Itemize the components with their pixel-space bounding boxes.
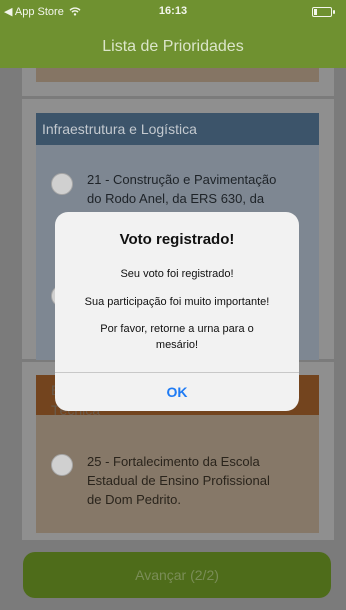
edu-option-line: de Dom Pedrito. [87, 492, 181, 507]
edu-option-line: Estadual de Ensino Profissional [87, 473, 270, 488]
dialog-message-3: Por favor, retorne a urna para o mesário… [63, 321, 291, 353]
battery-icon [312, 7, 335, 17]
edu-option-radio[interactable] [51, 454, 73, 476]
infra-option-line: do Rodo Anel, da ERS 630, da [87, 191, 265, 206]
page-title: Lista de Prioridades [102, 38, 244, 55]
app-header: ◀ App Store 16:13 Lista de Prioridades [0, 0, 346, 68]
advance-button[interactable]: Avançar (2/2) [23, 552, 331, 598]
ok-button[interactable]: OK [55, 373, 299, 411]
dialog-message-1: Seu voto foi registrado! [120, 268, 234, 280]
infra-heading: Infraestrutura e Logística [36, 113, 319, 145]
dialog-message-2: Sua participação foi muito importante! [84, 296, 270, 308]
dialog-message-3-line: mesário! [155, 339, 199, 351]
edu-option-line: 25 - Fortalecimento da Escola [87, 454, 260, 469]
dialog-title: Voto registrado! [119, 231, 235, 248]
dialog-message-3-line: Por favor, retorne a urna para o [100, 323, 254, 335]
previous-card [36, 68, 319, 82]
infra-option-text[interactable]: 21 - Construção e Pavimentação do Rodo A… [87, 170, 276, 208]
infra-option-radio[interactable] [51, 173, 73, 195]
status-time: 16:13 [158, 5, 188, 17]
infra-option-line: 21 - Construção e Pavimentação [87, 172, 277, 187]
vote-registered-dialog: Voto registrado! Seu voto foi registrado… [55, 212, 299, 411]
edu-option-text[interactable]: 25 - Fortalecimento da Escola Estadual d… [87, 452, 270, 509]
status-bar: ◀ App Store 16:13 [0, 0, 346, 22]
